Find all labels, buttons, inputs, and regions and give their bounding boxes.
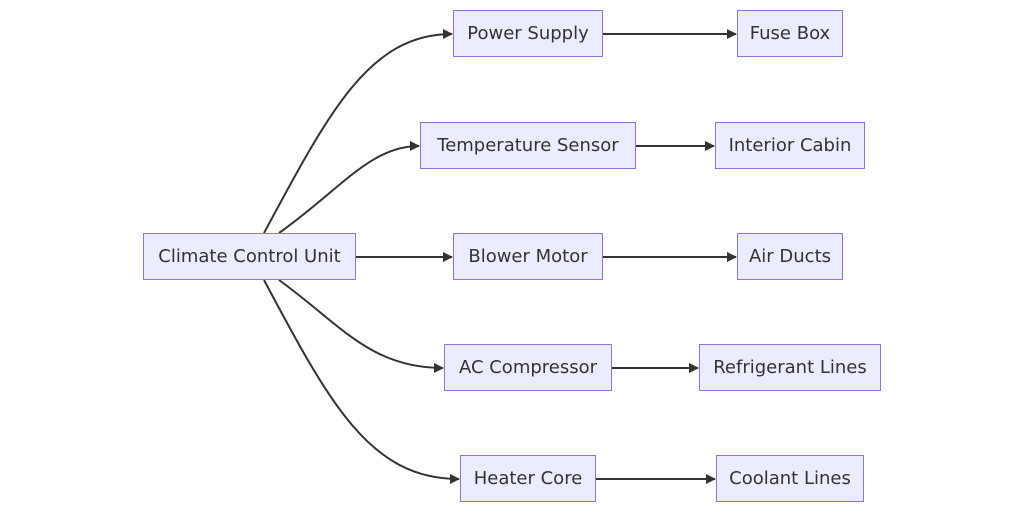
edge-ccu-ac [278, 279, 444, 373]
node-climate-control-unit[interactable]: Climate Control Unit [143, 233, 356, 280]
node-refrigerant-lines[interactable]: Refrigerant Lines [699, 344, 881, 391]
node-ac-compressor[interactable]: AC Compressor [444, 344, 612, 391]
node-heater-core[interactable]: Heater Core [460, 455, 596, 502]
node-power-supply[interactable]: Power Supply [453, 10, 603, 57]
node-temperature-sensor[interactable]: Temperature Sensor [420, 122, 636, 169]
edge-ccu-temp [278, 141, 420, 234]
node-blower-motor[interactable]: Blower Motor [453, 233, 603, 280]
edge-ccu-heater [263, 279, 460, 484]
node-air-ducts[interactable]: Air Ducts [737, 233, 843, 280]
node-fuse-box[interactable]: Fuse Box [737, 10, 843, 57]
node-coolant-lines[interactable]: Coolant Lines [716, 455, 864, 502]
node-interior-cabin[interactable]: Interior Cabin [715, 122, 865, 169]
